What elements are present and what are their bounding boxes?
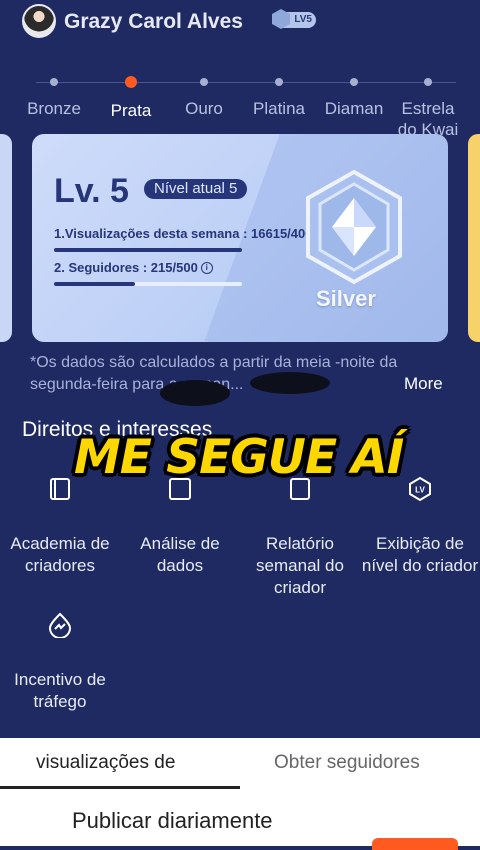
eye-sticker <box>250 372 330 394</box>
level-badge: LV5 <box>272 9 316 29</box>
level-title: Lv. 5 <box>54 172 129 210</box>
level-badge-label: LV5 <box>294 14 312 25</box>
tier-dot <box>50 78 58 86</box>
tier-prata[interactable]: Prata <box>89 70 173 121</box>
feature-academia[interactable]: Academia de criadores <box>0 476 120 577</box>
feature-label: Relatório semanal do criador <box>256 534 344 597</box>
views-progress-fill <box>54 248 242 252</box>
tier-label: Bronze <box>27 99 81 118</box>
tier-diamante[interactable]: Diamante <box>312 70 396 119</box>
gem-icon <box>272 9 290 29</box>
svg-text:LV: LV <box>415 486 425 495</box>
avatar[interactable] <box>22 4 56 38</box>
active-tab-indicator <box>0 786 240 789</box>
next-level-card[interactable] <box>468 134 480 342</box>
tier-ouro[interactable]: Ouro <box>162 70 246 119</box>
info-icon[interactable]: i <box>200 262 213 274</box>
tier-platina[interactable]: Platina <box>237 70 321 119</box>
tab-obter-seguidores[interactable]: Obter seguidores <box>274 752 420 774</box>
username: Grazy Carol Alves <box>64 10 243 33</box>
report-icon <box>290 478 310 500</box>
followers-progress-bar <box>54 282 242 286</box>
book-icon <box>50 478 70 500</box>
prev-level-card[interactable] <box>0 134 12 342</box>
tier-label: Prata <box>110 101 152 120</box>
more-link[interactable]: More <box>404 374 443 394</box>
requirement-views: 1.Visualizações desta semana : 16615/400… <box>54 226 335 241</box>
feature-analise[interactable]: Análise de dados <box>120 476 240 577</box>
feature-label: Análise de dados <box>140 534 220 575</box>
feature-label: Incentivo de tráfego <box>14 670 106 711</box>
tier-dot <box>275 78 283 86</box>
tier-bronze[interactable]: Bronze <box>12 70 96 119</box>
header: Grazy Carol Alves LV5 <box>0 0 480 52</box>
level-badge-icon: LV <box>409 476 431 502</box>
tier-dot <box>200 78 208 86</box>
tier-label: Platina <box>253 99 305 118</box>
traffic-icon <box>48 612 72 639</box>
followers-progress-fill <box>54 282 135 286</box>
badge-name: Silver <box>316 286 376 311</box>
requirement-views-label: 1.Visualizações desta semana : 16615/400… <box>54 226 320 241</box>
requirement-followers: 2. Seguidores : 215/500 i <box>54 260 213 275</box>
views-progress-bar <box>54 248 242 252</box>
data-note: *Os dados são calculados a partir da mei… <box>30 354 398 393</box>
eye-sticker <box>160 380 230 406</box>
level-card[interactable]: Lv. 5 Nível atual 5 1.Visualizações dest… <box>32 134 448 342</box>
chart-icon <box>169 478 191 500</box>
tier-label: Ouro <box>185 99 223 118</box>
current-level-pill: Nível atual 5 <box>144 179 248 199</box>
tab-visualizacoes[interactable]: visualizações de vídeos <box>36 752 216 774</box>
feature-label: Academia de criadores <box>10 534 110 575</box>
tier-dot <box>350 78 358 86</box>
tier-label: Diamante <box>324 99 384 118</box>
feature-incentivo[interactable]: Incentivo de tráfego <box>0 612 120 713</box>
feature-relatorio[interactable]: Relatório semanal do criador <box>240 476 360 599</box>
task-action-button[interactable] <box>372 838 458 850</box>
requirement-followers-label: 2. Seguidores : 215/500 <box>54 260 198 275</box>
tier-estrela[interactable]: Estrela do Kwai <box>386 70 470 140</box>
tasks-panel: visualizações de vídeos Obter seguidores… <box>0 738 480 850</box>
tier-dot <box>424 78 432 86</box>
task-title: Publicar diariamente <box>72 808 273 833</box>
silver-badge-icon <box>306 169 402 285</box>
feature-label: Exibição de nível do criador <box>361 534 479 575</box>
tier-dot-active <box>125 76 137 88</box>
feature-exibicao[interactable]: LV Exibição de nível do criador <box>360 476 480 577</box>
